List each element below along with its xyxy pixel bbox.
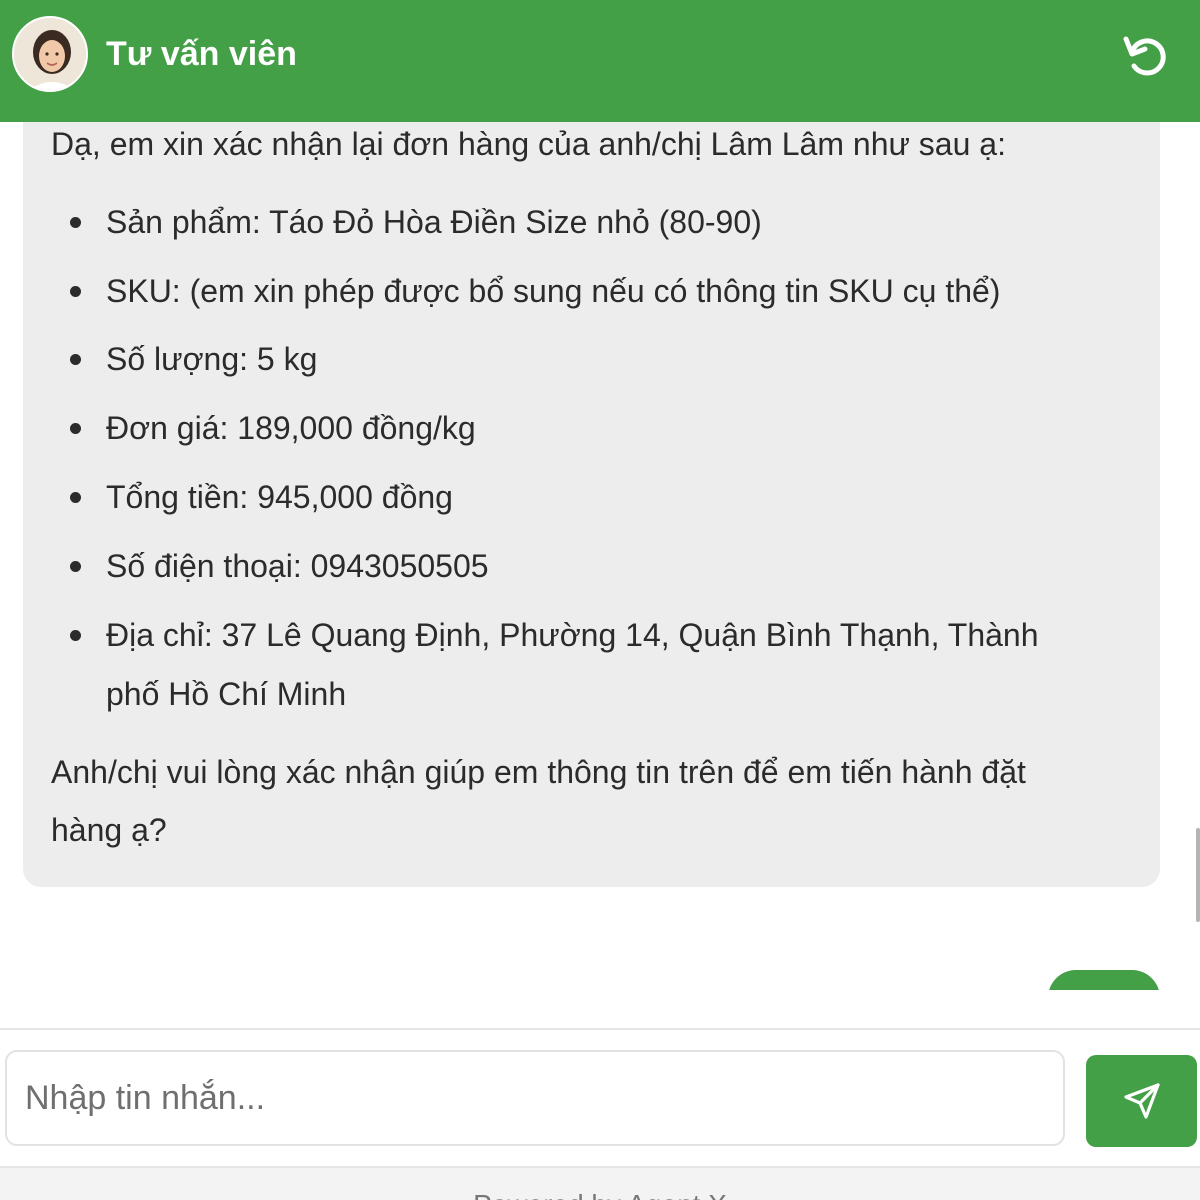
header-title: Tư vấn viên (106, 35, 297, 73)
list-item-sku: SKU: (em xin phép được bổ sung nếu có th… (106, 273, 1001, 309)
list-bullet (70, 217, 81, 228)
chat-widget: Tư vấn viên Dạ, em xin xác nhận lại đơn … (0, 0, 1200, 1200)
message-intro: Dạ, em xin xác nhận lại đơn hàng của anh… (51, 126, 1006, 162)
agent-avatar (12, 16, 88, 92)
list-bullet (70, 354, 81, 365)
scrollbar-thumb[interactable] (1196, 828, 1200, 922)
list-bullet (70, 286, 81, 297)
list-bullet (70, 492, 81, 503)
message-outro: Anh/chị vui lòng xác nhận giúp em thông … (51, 754, 1026, 790)
list-item-total: Tổng tiền: 945,000 đồng (106, 479, 453, 515)
reset-chat-button[interactable] (1120, 30, 1172, 82)
powered-by-text: Powered by Agent X (0, 1188, 1200, 1200)
chat-messages[interactable]: Dạ, em xin xác nhận lại đơn hàng của anh… (0, 122, 1200, 990)
list-item-address: Địa chỉ: 37 Lê Quang Định, Phường 14, Qu… (106, 617, 1039, 653)
list-bullet (70, 630, 81, 641)
list-bullet (70, 561, 81, 572)
message-outro-cont: hàng ạ? (51, 812, 167, 848)
chat-header: Tư vấn viên (0, 0, 1200, 122)
user-message-bubble (1048, 970, 1160, 990)
list-item-address-cont: phố Hồ Chí Minh (106, 676, 347, 712)
list-item-phone: Số điện thoại: 0943050505 (106, 548, 489, 584)
send-button[interactable] (1086, 1055, 1197, 1147)
list-item-quantity: Số lượng: 5 kg (106, 341, 318, 377)
footer: Powered by Agent X (0, 1166, 1200, 1200)
composer-divider (0, 1028, 1200, 1030)
send-icon (1124, 1083, 1160, 1119)
avatar-icon (14, 18, 86, 90)
list-item-unit-price: Đơn giá: 189,000 đồng/kg (106, 410, 476, 446)
list-bullet (70, 423, 81, 434)
refresh-icon (1123, 36, 1166, 76)
list-item-product: Sản phẩm: Táo Đỏ Hòa Điền Size nhỏ (80-9… (106, 204, 762, 240)
message-input[interactable] (5, 1050, 1065, 1146)
